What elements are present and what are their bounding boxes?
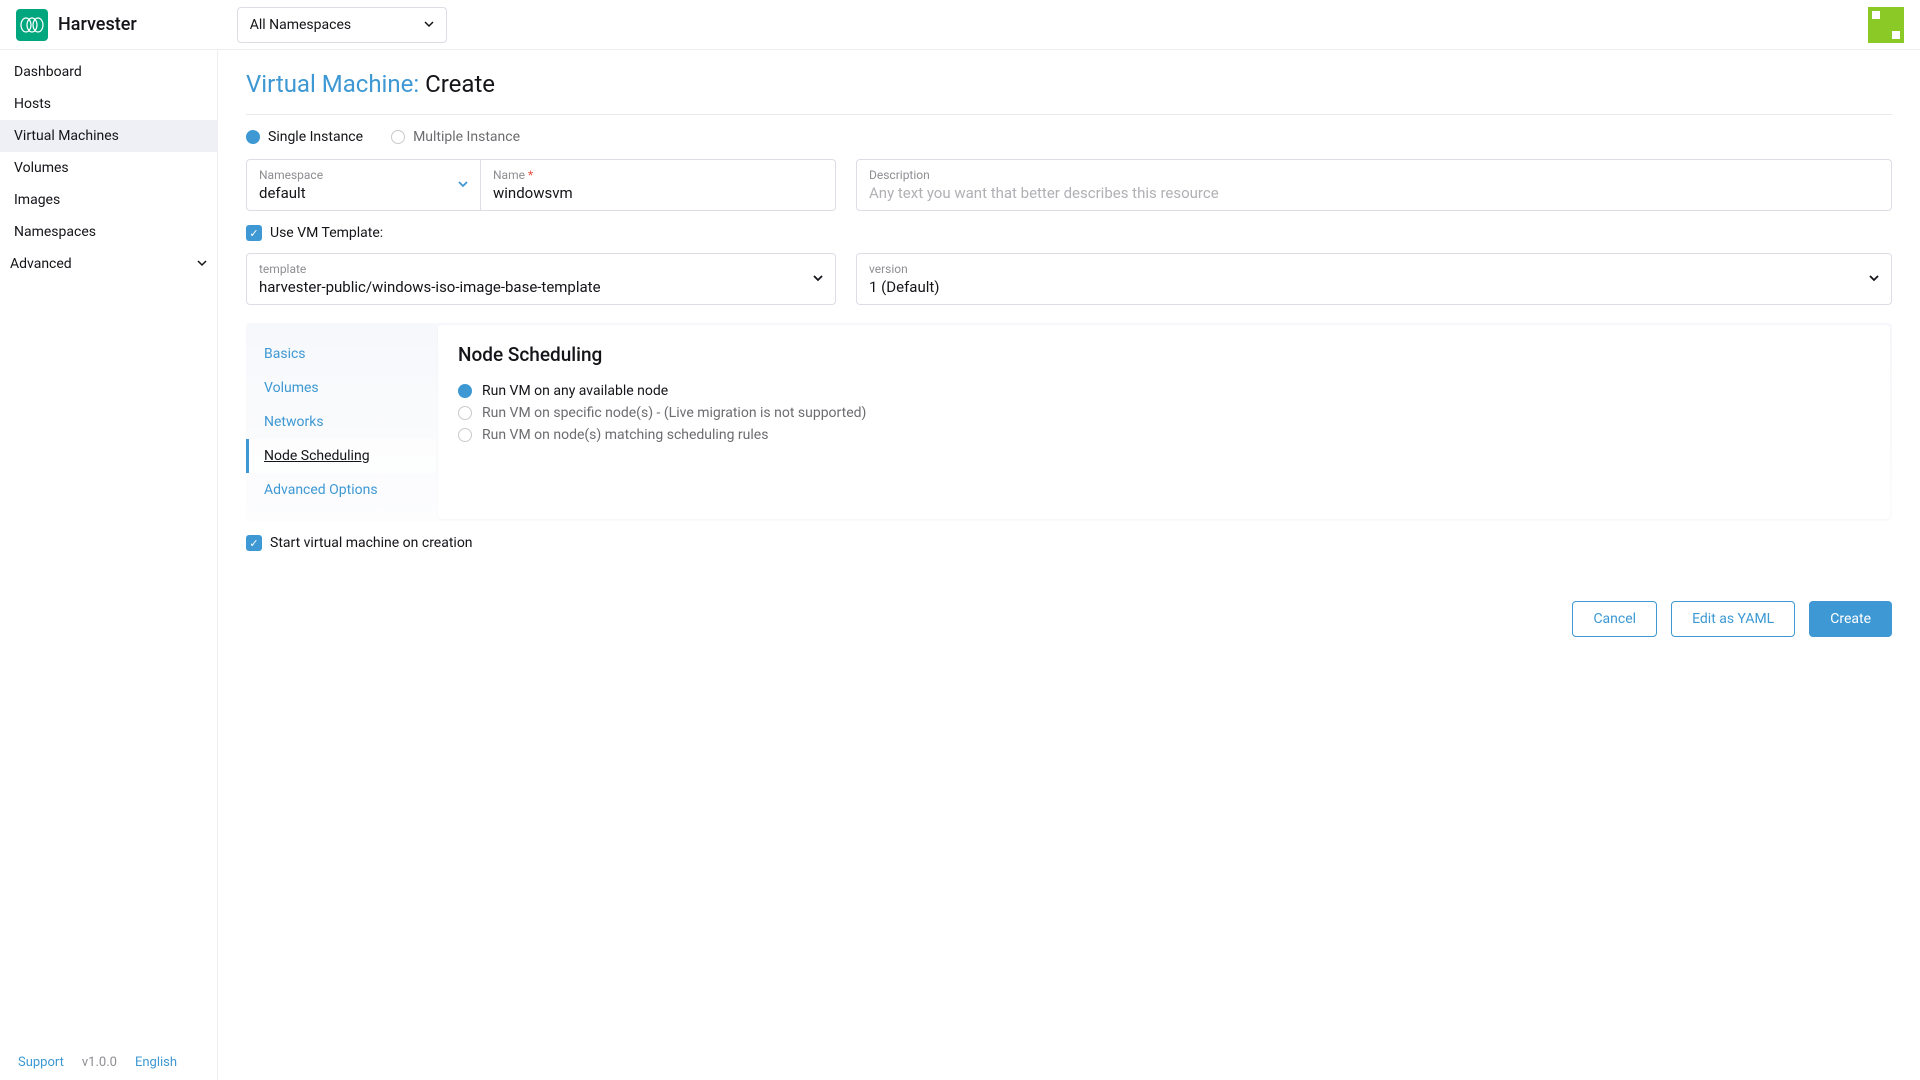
brand-logo[interactable] (16, 9, 48, 41)
tab-list: Basics Volumes Networks Node Scheduling … (246, 323, 436, 521)
tab-basics[interactable]: Basics (246, 337, 436, 371)
instance-mode-row: Single Instance Multiple Instance (246, 129, 1892, 145)
radio-multiple-instance[interactable]: Multiple Instance (391, 129, 520, 145)
page-title: Virtual Machine: Create (246, 70, 1892, 98)
user-avatar[interactable] (1868, 7, 1904, 43)
sched-option-specific-node[interactable]: Run VM on specific node(s) - (Live migra… (458, 402, 1870, 424)
tab-networks[interactable]: Networks (246, 405, 436, 439)
sidebar-group-advanced[interactable]: Advanced (0, 248, 217, 280)
version-value: 1 (Default) (869, 278, 1879, 296)
version-label: v1.0.0 (82, 1055, 117, 1070)
use-template-label: Use VM Template: (270, 225, 383, 241)
sched-option-matching-rules[interactable]: Run VM on node(s) matching scheduling ru… (458, 424, 1870, 446)
chevron-down-icon (424, 17, 434, 33)
tab-node-scheduling[interactable]: Node Scheduling (246, 439, 436, 473)
sidebar-item-volumes[interactable]: Volumes (0, 152, 217, 184)
sidebar-item-namespaces[interactable]: Namespaces (0, 216, 217, 248)
description-label: Description (869, 168, 1879, 182)
main-content: Virtual Machine: Create Single Instance … (218, 50, 1920, 1080)
chevron-down-icon (1869, 271, 1879, 287)
create-button[interactable]: Create (1809, 601, 1892, 637)
radio-icon (458, 428, 472, 442)
config-tabs: Basics Volumes Networks Node Scheduling … (246, 323, 1892, 521)
sidebar: Dashboard Hosts Virtual Machines Volumes… (0, 50, 218, 1080)
edit-as-yaml-button[interactable]: Edit as YAML (1671, 601, 1795, 637)
scheduling-heading: Node Scheduling (458, 343, 1870, 366)
checkbox-checked-icon: ✓ (246, 535, 262, 551)
page-title-prefix: Virtual Machine: (246, 70, 419, 98)
header: Harvester All Namespaces (0, 0, 1920, 50)
chevron-down-icon (813, 271, 823, 287)
chevron-down-icon (197, 256, 207, 272)
namespace-selector[interactable]: All Namespaces (237, 7, 447, 43)
namespace-selector-value: All Namespaces (250, 17, 351, 33)
namespace-label: Namespace (259, 168, 468, 182)
sidebar-item-virtual-machines[interactable]: Virtual Machines (0, 120, 217, 152)
chevron-down-icon (458, 177, 468, 193)
name-label: Name * (493, 168, 823, 182)
start-on-create-label: Start virtual machine on creation (270, 535, 473, 551)
name-field[interactable]: Name * windowsvm (481, 159, 836, 211)
template-label: template (259, 262, 823, 276)
radio-icon (391, 130, 405, 144)
harvester-icon (20, 17, 44, 33)
radio-icon (246, 130, 260, 144)
sched-option-any-node[interactable]: Run VM on any available node (458, 380, 1870, 402)
brand-name: Harvester (58, 14, 137, 35)
description-field[interactable]: Description Any text you want that bette… (856, 159, 1892, 211)
template-field[interactable]: template harvester-public/windows-iso-im… (246, 253, 836, 305)
divider (246, 114, 1892, 115)
tab-advanced-options[interactable]: Advanced Options (246, 473, 436, 507)
start-on-create-row[interactable]: ✓ Start virtual machine on creation (246, 535, 1892, 551)
cancel-button[interactable]: Cancel (1572, 601, 1657, 637)
sidebar-item-dashboard[interactable]: Dashboard (0, 56, 217, 88)
page-title-action: Create (425, 70, 495, 98)
sidebar-item-hosts[interactable]: Hosts (0, 88, 217, 120)
checkbox-checked-icon: ✓ (246, 225, 262, 241)
language-link[interactable]: English (135, 1055, 177, 1070)
template-value: harvester-public/windows-iso-image-base-… (259, 278, 823, 296)
namespace-field[interactable]: Namespace default (246, 159, 481, 211)
support-link[interactable]: Support (18, 1055, 64, 1070)
use-template-checkbox-row[interactable]: ✓ Use VM Template: (246, 225, 1892, 241)
description-placeholder: Any text you want that better describes … (869, 184, 1879, 202)
radio-icon (458, 384, 472, 398)
tab-content-node-scheduling: Node Scheduling Run VM on any available … (438, 325, 1890, 519)
version-field[interactable]: version 1 (Default) (856, 253, 1892, 305)
tab-volumes[interactable]: Volumes (246, 371, 436, 405)
action-row: Cancel Edit as YAML Create (246, 601, 1892, 637)
name-value: windowsvm (493, 184, 823, 202)
version-label: version (869, 262, 1879, 276)
nav: Dashboard Hosts Virtual Machines Volumes… (0, 50, 217, 1045)
sidebar-item-images[interactable]: Images (0, 184, 217, 216)
sidebar-footer: Support v1.0.0 English (0, 1045, 217, 1080)
radio-single-instance[interactable]: Single Instance (246, 129, 363, 145)
namespace-value: default (259, 184, 468, 202)
radio-icon (458, 406, 472, 420)
